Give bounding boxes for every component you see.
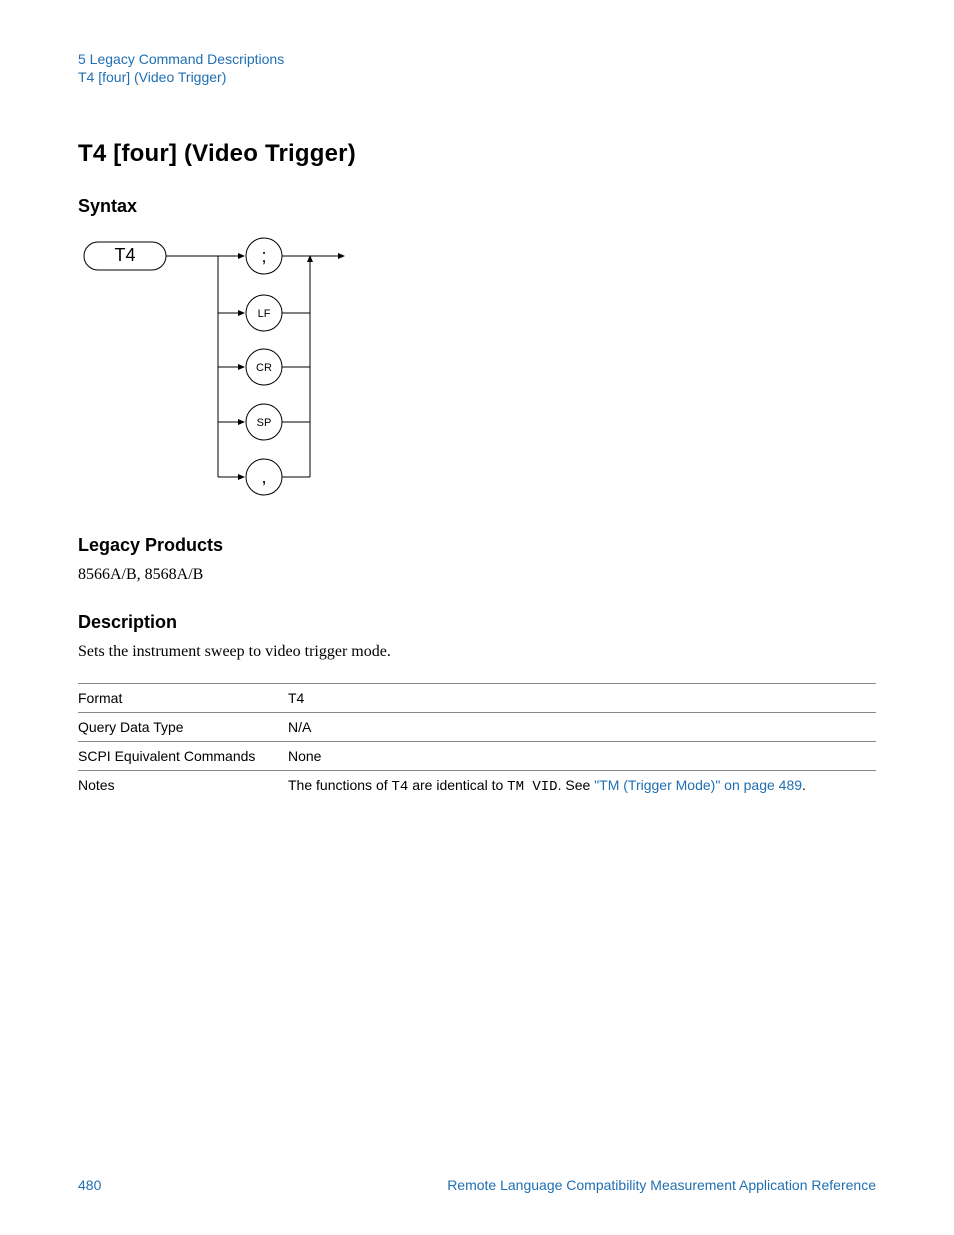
section-legacy-products: Legacy Products: [78, 535, 876, 556]
terminator-semicolon: ;: [261, 246, 266, 266]
legacy-products-text: 8566A/B, 8568A/B: [78, 566, 876, 584]
doc-title: Remote Language Compatibility Measuremen…: [447, 1177, 876, 1193]
notes-link[interactable]: "TM (Trigger Mode)" on page 489: [594, 777, 802, 793]
terminator-comma: ,: [261, 467, 266, 487]
row-label: SCPI Equivalent Commands: [78, 742, 288, 771]
row-value: N/A: [288, 713, 876, 742]
notes-code: T4: [392, 779, 409, 795]
table-row: SCPI Equivalent Commands None: [78, 742, 876, 771]
notes-text: are identical to: [408, 777, 507, 793]
page-footer: 480 Remote Language Compatibility Measur…: [78, 1177, 876, 1193]
table-row: Format T4: [78, 684, 876, 713]
section-description: Description: [78, 612, 876, 633]
info-table: Format T4 Query Data Type N/A SCPI Equiv…: [78, 683, 876, 801]
terminator-cr: CR: [256, 362, 272, 374]
breadcrumb-topic: T4 [four] (Video Trigger): [78, 68, 876, 86]
page-number: 480: [78, 1177, 101, 1193]
description-text: Sets the instrument sweep to video trigg…: [78, 643, 876, 661]
table-row: Query Data Type N/A: [78, 713, 876, 742]
row-label: Notes: [78, 771, 288, 802]
page-title: T4 [four] (Video Trigger): [78, 140, 876, 168]
notes-text: . See: [558, 777, 595, 793]
terminator-lf: LF: [258, 308, 271, 320]
section-syntax: Syntax: [78, 196, 876, 217]
row-value: None: [288, 742, 876, 771]
notes-code: TM VID: [507, 779, 557, 795]
row-label: Format: [78, 684, 288, 713]
diagram-start-label: T4: [114, 245, 135, 265]
breadcrumb-chapter: 5 Legacy Command Descriptions: [78, 50, 876, 68]
syntax-diagram: T4 ; LF CR SP: [78, 227, 876, 507]
notes-text: The functions of: [288, 777, 392, 793]
terminator-sp: SP: [257, 417, 272, 429]
notes-text: .: [802, 777, 806, 793]
row-label: Query Data Type: [78, 713, 288, 742]
row-value: T4: [288, 684, 876, 713]
table-row-notes: Notes The functions of T4 are identical …: [78, 771, 876, 802]
row-value: The functions of T4 are identical to TM …: [288, 771, 876, 802]
